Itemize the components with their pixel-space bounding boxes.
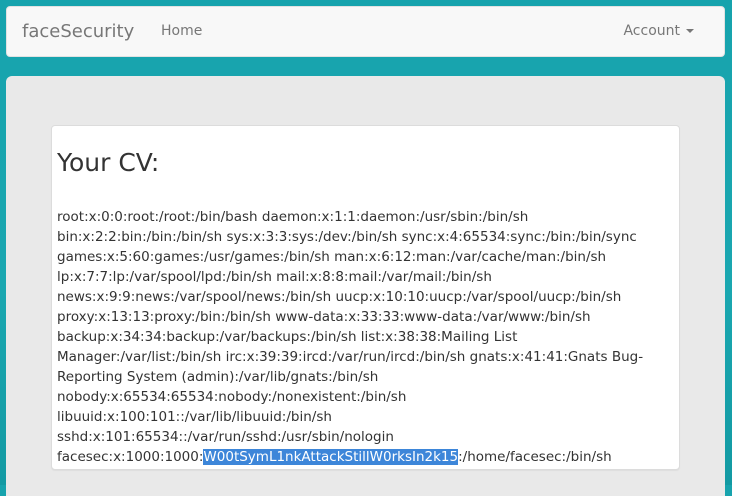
cv-line: root:x:0:0:root:/root:/bin/bash daemon:x…	[57, 209, 529, 225]
cv-line: nobody:x:65534:65534:nobody:/nonexistent…	[57, 389, 407, 405]
cv-line: Reporting System (admin):/var/lib/gnats:…	[57, 369, 379, 385]
cv-line-prefix: facesec:x:1000:1000:	[57, 449, 204, 465]
cv-line: lp:x:7:7:lp:/var/spool/lpd:/bin/sh mail:…	[57, 269, 492, 285]
cv-title: Your CV:	[57, 148, 160, 177]
brand-logo[interactable]: faceSecurity	[22, 21, 134, 42]
cv-line: bin:x:2:2:bin:/bin:/bin/sh sys:x:3:3:sys…	[57, 229, 637, 245]
cv-line: Manager:/var/list:/bin/sh irc:x:39:39:ir…	[57, 349, 644, 365]
cv-line: libuuid:x:100:101::/var/lib/libuuid:/bin…	[57, 409, 332, 425]
cv-panel: Your CV: root:x:0:0:root:/root:/bin/bash…	[51, 125, 680, 470]
main-content: Your CV: root:x:0:0:root:/root:/bin/bash…	[6, 76, 725, 496]
cv-content: root:x:0:0:root:/root:/bin/bash daemon:x…	[57, 207, 669, 467]
cv-line: proxy:x:13:13:proxy:/bin:/bin/sh www-dat…	[57, 309, 591, 325]
cv-line-last: facesec:x:1000:1000:W00tSymL1nkAttackSti…	[57, 449, 612, 465]
caret-down-icon	[686, 29, 694, 33]
cv-line: games:x:5:60:games:/usr/games:/bin/sh ma…	[57, 249, 607, 265]
selected-text[interactable]: W00tSymL1nkAttackStillW0rksIn2k15	[203, 449, 459, 465]
cv-line: backup:x:34:34:backup:/var/backups:/bin/…	[57, 329, 518, 345]
account-label: Account	[623, 23, 680, 39]
account-dropdown[interactable]: Account	[623, 23, 694, 39]
cv-line: sshd:x:101:65534::/var/run/sshd:/usr/sbi…	[57, 429, 394, 445]
nav-home-link[interactable]: Home	[161, 23, 202, 39]
navbar: faceSecurity Home Account	[6, 6, 725, 57]
cv-line-suffix: :/home/facesec:/bin/sh	[458, 449, 612, 465]
cv-line: news:x:9:9:news:/var/spool/news:/bin/sh …	[57, 289, 622, 305]
